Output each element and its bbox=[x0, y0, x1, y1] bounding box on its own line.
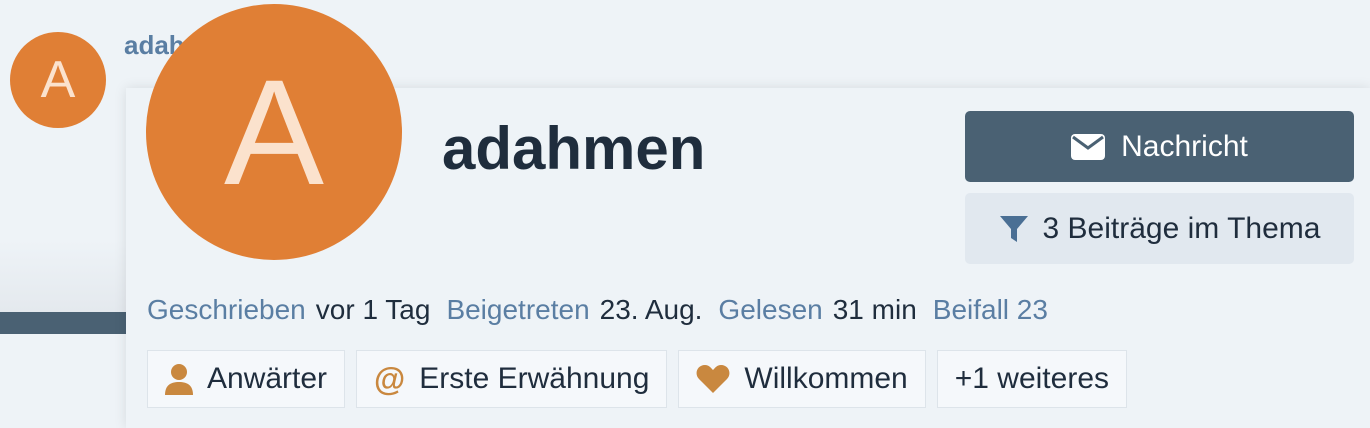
badge-label: Anwärter bbox=[207, 362, 328, 395]
badge-list: Anwärter @ Erste Erwähnung Willkommen +1… bbox=[147, 350, 1127, 408]
read-time-value: 31 min bbox=[832, 294, 917, 325]
user-card-avatar[interactable]: A bbox=[146, 4, 402, 260]
applause-count: Beifall 23 bbox=[932, 294, 1048, 325]
message-button-label: Nachricht bbox=[1121, 129, 1248, 163]
joined-label: Beigetreten bbox=[446, 294, 590, 325]
badge-label: Erste Erwähnung bbox=[419, 362, 650, 395]
user-card-username[interactable]: adahmen bbox=[442, 114, 705, 183]
written-value: vor 1 Tag bbox=[315, 294, 431, 325]
joined-value: 23. Aug. bbox=[599, 294, 703, 325]
topic-posts-label: 3 Beiträge im Thema bbox=[1042, 211, 1321, 245]
badge-more-label: +1 weiteres bbox=[954, 362, 1109, 395]
badge-erste-erwaehnung[interactable]: @ Erste Erwähnung bbox=[356, 350, 668, 408]
post-avatar[interactable]: A bbox=[10, 32, 106, 128]
filter-icon bbox=[999, 214, 1029, 244]
message-button[interactable]: Nachricht bbox=[965, 111, 1354, 182]
badge-more[interactable]: +1 weiteres bbox=[936, 350, 1127, 408]
badge-label: Willkommen bbox=[744, 362, 908, 395]
at-icon: @ bbox=[374, 361, 406, 397]
user-card-meta: Geschrieben vor 1 Tag Beigetreten 23. Au… bbox=[147, 294, 1048, 326]
written-label: Geschrieben bbox=[147, 294, 306, 325]
user-icon bbox=[165, 363, 193, 395]
background-divider bbox=[0, 312, 140, 334]
read-time-label: Gelesen bbox=[718, 294, 823, 325]
background-fade bbox=[0, 240, 140, 312]
heart-icon bbox=[696, 364, 730, 394]
badge-willkommen[interactable]: Willkommen bbox=[678, 350, 926, 408]
topic-posts-filter-button[interactable]: 3 Beiträge im Thema bbox=[965, 193, 1354, 264]
envelope-icon bbox=[1071, 133, 1106, 160]
badge-anwaerter[interactable]: Anwärter bbox=[147, 350, 346, 408]
